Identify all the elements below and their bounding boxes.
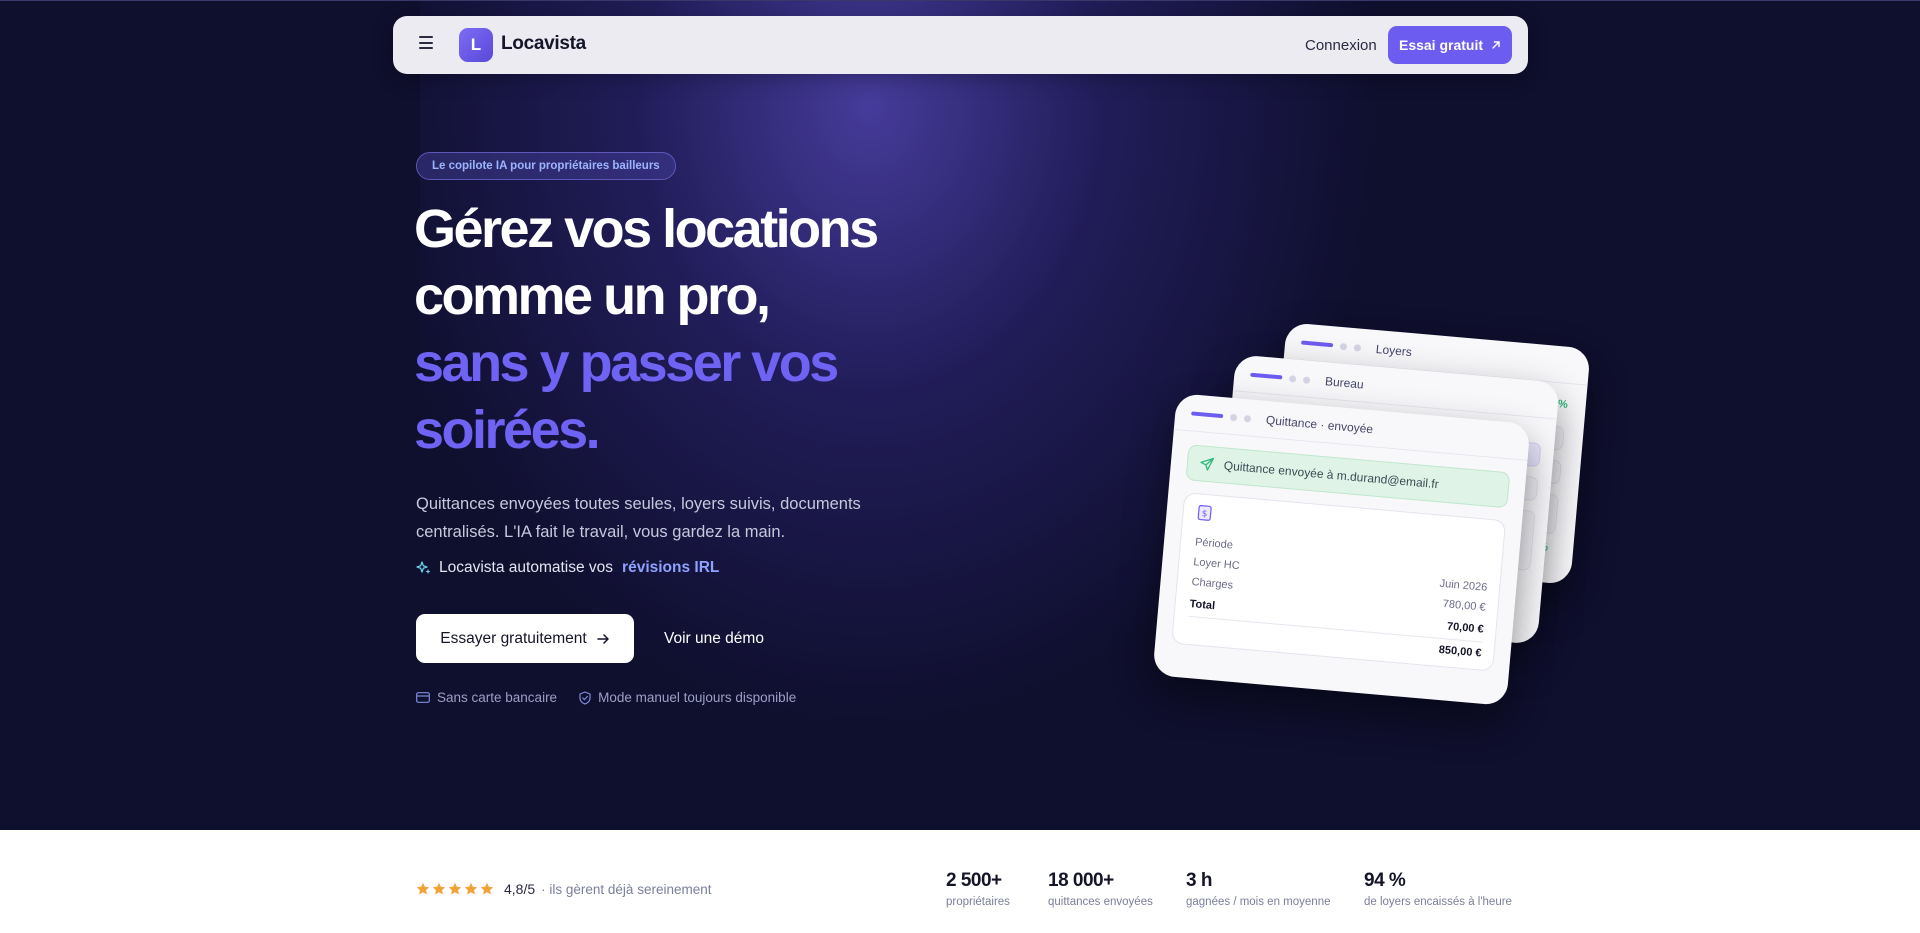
receipt-row-value: 850,00 € bbox=[1438, 643, 1482, 660]
receipt-sent-message: Quittance envoyée à m.durand@email.fr bbox=[1223, 458, 1440, 492]
receipt-row-label: Charges bbox=[1191, 576, 1234, 592]
free-trial-label: Essai gratuit bbox=[1398, 37, 1484, 53]
navbar: L Locavista Connexion Essai gratuit bbox=[393, 16, 1528, 74]
try-free-button[interactable]: Essayer gratuitement bbox=[416, 614, 634, 663]
card-accent-bar bbox=[1301, 340, 1334, 348]
stat-hours-saved: 3 h gagnées / mois en moyenne bbox=[1186, 870, 1330, 908]
receipt-row-label: Période bbox=[1194, 536, 1234, 552]
stat-receipts: 18 000+ quittances envoyées bbox=[1048, 870, 1153, 908]
rent-card-header: Loyers bbox=[1301, 336, 1413, 360]
login-link[interactable]: Connexion bbox=[1305, 37, 1377, 54]
window-dot bbox=[1229, 413, 1238, 421]
arrow-right-icon bbox=[596, 633, 609, 644]
hero-top-border bbox=[0, 0, 1920, 1]
receipt-row-value bbox=[1488, 562, 1489, 574]
hero-subtitle: Quittances envoyées toutes seules, loyer… bbox=[416, 495, 861, 541]
receipt-card: Quittance · envoyée Quittance envoyée à … bbox=[1152, 393, 1531, 706]
reassurance-manual-mode: Mode manuel toujours disponible bbox=[579, 690, 796, 705]
credit-card-icon bbox=[416, 692, 430, 703]
arrow-up-right-icon bbox=[1492, 41, 1500, 49]
receipt-row-label: Total bbox=[1189, 597, 1216, 613]
receipt-row-label: Loyer HC bbox=[1192, 556, 1241, 573]
rating-note: · ils gèrent déjà sereinement bbox=[541, 881, 712, 897]
headline-line-4: soirées. bbox=[414, 400, 601, 460]
stats-bar: 4,8/5 · ils gèrent déjà sereinement 2 50… bbox=[0, 830, 1920, 933]
hero-section: L Locavista Connexion Essai gratuit Le c… bbox=[0, 0, 1920, 830]
rating-score: 4,8/5 bbox=[504, 881, 536, 897]
logo-icon[interactable]: L bbox=[459, 28, 493, 62]
brand-name[interactable]: Locavista bbox=[501, 33, 586, 55]
try-free-label: Essayer gratuitement bbox=[440, 629, 587, 647]
reassurance-manual-mode-label: Mode manuel toujours disponible bbox=[598, 690, 797, 705]
headline-line-3: sans y passer vos bbox=[414, 333, 839, 393]
product-preview-cards: Loyers 1 % % Bureau bbox=[1150, 300, 1610, 740]
hero-badge: Le copilote IA pour propriétaires baille… bbox=[416, 152, 676, 180]
reassurance-no-card-label: Sans carte bancaire bbox=[437, 690, 558, 705]
reassurance-no-card: Sans carte bancaire bbox=[416, 690, 557, 705]
stat-value: 18 000+ bbox=[1048, 870, 1114, 891]
star-icon bbox=[432, 882, 446, 895]
receipt-row-value: Juin 2026 bbox=[1439, 577, 1488, 594]
stat-label: gagnées / mois en moyenne bbox=[1186, 896, 1331, 908]
headline-line-2: comme un pro, bbox=[414, 266, 771, 326]
window-dot bbox=[1339, 342, 1348, 350]
sparkle-icon bbox=[416, 561, 431, 574]
demo-link[interactable]: Voir une démo bbox=[664, 630, 764, 648]
document-icon: $ bbox=[1197, 505, 1212, 521]
ai-feature-line: Locavista automatise vos révisions IRL bbox=[416, 559, 719, 577]
hamburger-menu-icon[interactable] bbox=[419, 36, 435, 50]
office-card-header: Bureau bbox=[1250, 368, 1364, 392]
stat-label: propriétaires bbox=[946, 896, 1010, 908]
window-dot bbox=[1302, 375, 1311, 384]
receipt-row-value: 70,00 € bbox=[1446, 620, 1485, 636]
free-trial-button[interactable]: Essai gratuit bbox=[1388, 26, 1512, 64]
rating: 4,8/5 · ils gèrent déjà sereinement bbox=[416, 881, 711, 897]
stat-value: 3 h bbox=[1186, 870, 1212, 891]
ai-feature-prefix: Locavista automatise vos bbox=[439, 559, 614, 576]
ai-feature-highlight[interactable]: révisions IRL bbox=[622, 559, 719, 577]
headline-line-1: Gérez vos locations bbox=[414, 199, 879, 259]
stat-value: 94 % bbox=[1364, 870, 1406, 891]
card-accent-bar bbox=[1250, 372, 1283, 380]
window-dot bbox=[1243, 414, 1252, 423]
svg-text:$: $ bbox=[1201, 509, 1208, 519]
star-icon bbox=[464, 882, 478, 895]
window-dot bbox=[1353, 343, 1362, 352]
star-icon bbox=[448, 882, 462, 895]
send-icon bbox=[1200, 457, 1215, 471]
receipt-row-value: 780,00 € bbox=[1442, 598, 1486, 614]
stat-owners: 2 500+ propriétaires bbox=[946, 870, 1010, 908]
receipt-row-label bbox=[1187, 622, 1188, 634]
star-icon bbox=[416, 882, 430, 895]
office-card-title: Bureau bbox=[1324, 374, 1365, 392]
star-rating bbox=[416, 882, 494, 896]
rent-card-title: Loyers bbox=[1375, 342, 1413, 360]
shield-check-icon bbox=[579, 690, 591, 705]
receipt-card-title: Quittance · envoyée bbox=[1265, 412, 1374, 437]
stat-on-time-rent: 94 % de loyers encaissés à l'heure bbox=[1364, 870, 1512, 908]
stat-label: quittances envoyées bbox=[1048, 896, 1153, 908]
stat-label: de loyers encaissés à l'heure bbox=[1364, 896, 1512, 908]
star-icon bbox=[480, 882, 494, 895]
receipt-details: $ Période Loyer HC Juin 2026 Charges 780… bbox=[1171, 492, 1507, 672]
stat-value: 2 500+ bbox=[946, 870, 1002, 891]
reassurance-list: Sans carte bancaire Mode manuel toujours… bbox=[416, 690, 796, 705]
receipt-card-header: Quittance · envoyée bbox=[1191, 406, 1374, 436]
window-dot bbox=[1288, 374, 1297, 383]
hero-headline: Gérez vos locations comme un pro, sans y… bbox=[414, 196, 879, 464]
card-accent-bar bbox=[1191, 411, 1224, 419]
